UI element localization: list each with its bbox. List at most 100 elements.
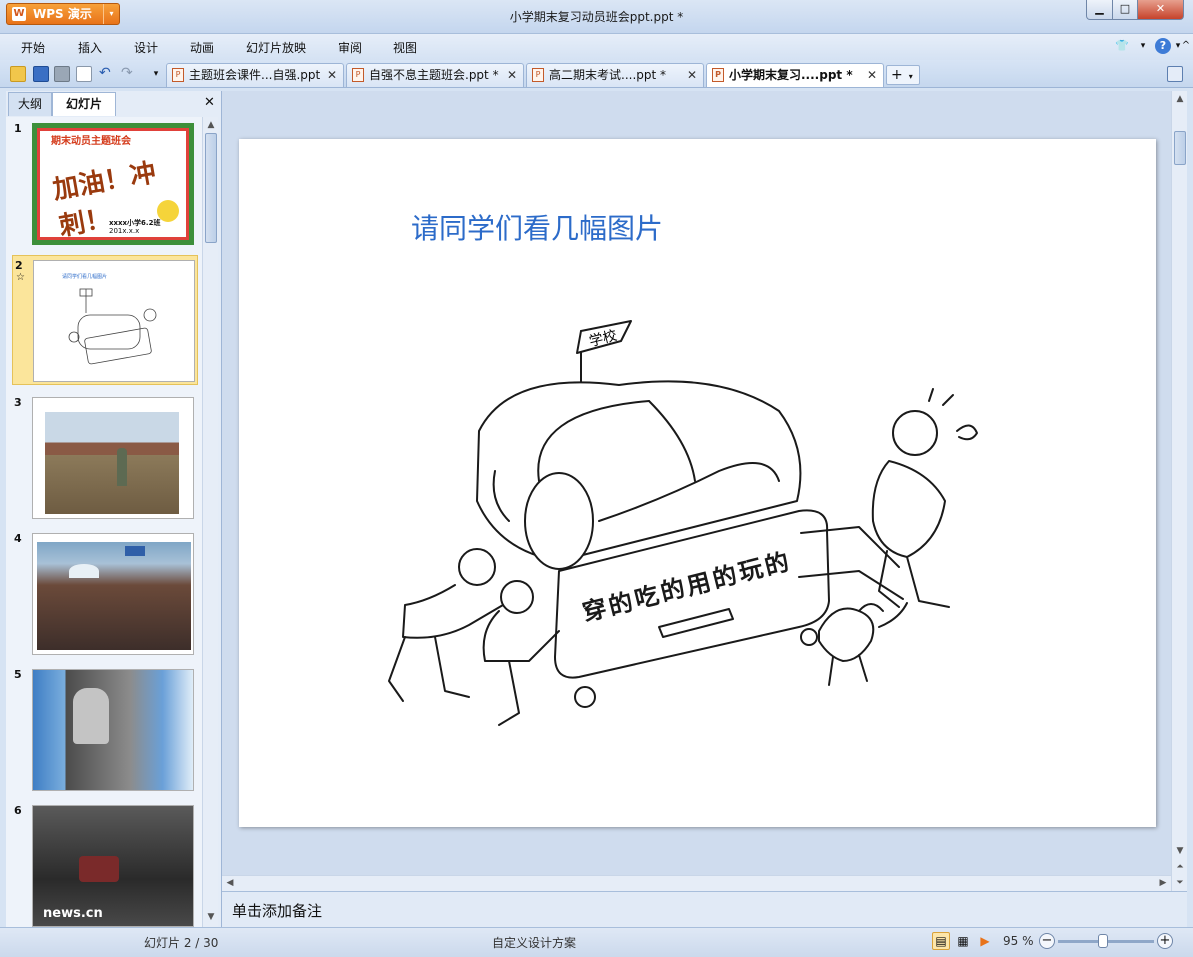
close-panel-icon[interactable]: ✕ bbox=[204, 95, 215, 110]
zoom-slider-knob[interactable] bbox=[1098, 934, 1108, 948]
new-tab-button[interactable]: + ▾ bbox=[886, 65, 920, 85]
close-tab-icon[interactable]: ✕ bbox=[687, 64, 697, 86]
normal-view-icon[interactable]: ▤ bbox=[932, 932, 950, 950]
menu-review[interactable]: 审阅 bbox=[338, 39, 362, 56]
print-preview-icon[interactable] bbox=[76, 66, 92, 82]
slide-5-preview bbox=[32, 669, 194, 791]
close-tab-icon[interactable]: ✕ bbox=[507, 64, 517, 86]
scroll-up-icon[interactable]: ▲ bbox=[203, 117, 219, 133]
photo-caption: news.cn bbox=[43, 906, 103, 921]
slide-number: 5 bbox=[14, 668, 22, 681]
close-window-button[interactable]: ✕ bbox=[1137, 0, 1184, 20]
slide-number: 3 bbox=[14, 396, 22, 409]
thumbnail-scrollbar[interactable]: ▲ ▼ bbox=[202, 117, 218, 927]
sign-icon bbox=[125, 546, 145, 556]
menu-view[interactable]: 视图 bbox=[393, 39, 417, 56]
window-title: 小学期末复习动员班会ppt.ppt * bbox=[509, 10, 684, 24]
menu-animation[interactable]: 动画 bbox=[190, 39, 214, 56]
slide-thumbnail-list: 1 期末动员主题班会 加油！冲刺！ xxxx小学6.2班 201x.x.x 2 … bbox=[6, 117, 202, 927]
slide-1-preview: 期末动员主题班会 加油！冲刺！ xxxx小学6.2班 201x.x.x bbox=[32, 123, 194, 245]
slide-thumbnail-4[interactable]: 4 bbox=[12, 529, 198, 659]
tab-document-2[interactable]: P 自强不息主题班会.ppt * ✕ bbox=[346, 63, 524, 87]
previous-slide-icon[interactable]: ⏶ bbox=[1172, 859, 1188, 875]
skin-icon[interactable]: 👕 bbox=[1114, 38, 1130, 54]
scrollbar-thumb[interactable] bbox=[1174, 131, 1186, 165]
slide-editor: 请同学们看几幅图片 学校 穿 的 吃 的 用 的 玩 的 bbox=[222, 91, 1171, 891]
slide-number: 1 bbox=[14, 122, 22, 135]
customize-toolbar-icon[interactable]: ▾ bbox=[148, 66, 164, 82]
scrollbar-thumb[interactable] bbox=[205, 133, 217, 243]
redo-icon[interactable]: ↷ bbox=[121, 66, 137, 82]
minimize-button[interactable]: ▁ bbox=[1086, 0, 1113, 20]
status-bar: 幻灯片 2 / 30 自定义设计方案 ▤ ▦ ▶ 95 % − + bbox=[0, 927, 1193, 957]
ppt-file-icon: P bbox=[352, 68, 364, 82]
open-folder-icon[interactable] bbox=[10, 66, 26, 82]
slide-thumbnail-3[interactable]: 3 bbox=[12, 393, 198, 523]
slideshow-icon[interactable]: ▶ bbox=[976, 932, 994, 950]
tab-label: 自强不息主题班会.ppt * bbox=[369, 68, 499, 82]
close-tab-icon[interactable]: ✕ bbox=[867, 64, 877, 86]
chevron-down-icon[interactable]: ▾ bbox=[909, 72, 913, 81]
slide-thumbnail-2[interactable]: 2 ☆ 请同学们看几幅图片 bbox=[12, 255, 198, 385]
farmer-figure bbox=[117, 448, 127, 486]
man-figure bbox=[73, 688, 109, 744]
window-layout-icon[interactable] bbox=[1167, 66, 1183, 82]
zoom-out-button[interactable]: − bbox=[1039, 933, 1055, 949]
undo-icon[interactable]: ↶ bbox=[99, 66, 115, 82]
tab-document-1[interactable]: P 主题班会课件...自强.ppt ✕ bbox=[166, 63, 344, 87]
tab-label: 主题班会课件...自强.ppt bbox=[189, 68, 321, 82]
slide-thumbnail-5[interactable]: 5 bbox=[12, 665, 198, 795]
luggage-figure bbox=[79, 856, 119, 882]
title-bar: W WPS 演示 ▾ 小学期末复习动员班会ppt.ppt * ▁ □ ✕ bbox=[0, 0, 1193, 34]
scroll-right-icon[interactable]: ▶ bbox=[1155, 876, 1171, 892]
next-slide-icon[interactable]: ⏷ bbox=[1172, 875, 1188, 891]
editor-vertical-scrollbar[interactable]: ▲ ▼ ⏶ ⏷ bbox=[1171, 91, 1187, 891]
slide-thumbnail-6[interactable]: 6 news.cn bbox=[12, 801, 198, 927]
scroll-up-icon[interactable]: ▲ bbox=[1172, 91, 1188, 107]
save-icon[interactable] bbox=[33, 66, 49, 82]
zoom-in-button[interactable]: + bbox=[1157, 933, 1173, 949]
current-slide[interactable]: 请同学们看几幅图片 学校 穿 的 吃 的 用 的 玩 的 bbox=[239, 139, 1156, 827]
design-scheme: 自定义设计方案 bbox=[492, 936, 577, 950]
menu-slideshow[interactable]: 幻灯片放映 bbox=[246, 39, 306, 56]
menu-design[interactable]: 设计 bbox=[134, 39, 158, 56]
close-tab-icon[interactable]: ✕ bbox=[327, 64, 337, 86]
zoom-level: 95 % bbox=[1003, 934, 1034, 948]
mountain-photo bbox=[33, 670, 193, 790]
maximize-button[interactable]: □ bbox=[1112, 0, 1138, 20]
slide-number: 2 bbox=[15, 259, 23, 272]
field-photo bbox=[45, 412, 179, 514]
collapse-ribbon-icon[interactable]: ^ bbox=[1178, 38, 1193, 54]
cartoon-illustration[interactable]: 学校 穿 的 吃 的 用 的 玩 的 bbox=[359, 301, 979, 751]
menu-insert[interactable]: 插入 bbox=[78, 39, 102, 56]
slide-2-preview: 请同学们看几幅图片 bbox=[33, 260, 195, 382]
tab-document-3[interactable]: P 高二期末考试....ppt * ✕ bbox=[526, 63, 704, 87]
slides-panel: 大纲 幻灯片 ✕ 1 期末动员主题班会 加油！冲刺！ xxxx小学6.2班 20… bbox=[6, 91, 222, 927]
help-icon[interactable]: ? bbox=[1155, 38, 1171, 54]
slide-sorter-icon[interactable]: ▦ bbox=[954, 932, 972, 950]
editor-horizontal-scrollbar[interactable]: ◀ ▶ bbox=[222, 875, 1171, 891]
ppt-file-icon: P bbox=[172, 68, 184, 82]
scroll-down-icon[interactable]: ▼ bbox=[203, 909, 219, 925]
slide-4-preview bbox=[32, 533, 194, 655]
tab-outline[interactable]: 大纲 bbox=[8, 92, 52, 116]
menu-home[interactable]: 开始 bbox=[21, 39, 45, 56]
document-tab-bar: ↶ ↷ ▾ P 主题班会课件...自强.ppt ✕ P 自强不息主题班会.ppt… bbox=[0, 60, 1193, 88]
ppt-file-icon: P bbox=[532, 68, 544, 82]
tab-document-4[interactable]: P 小学期末复习....ppt * ✕ bbox=[706, 63, 884, 87]
slide-3-preview bbox=[32, 397, 194, 519]
scroll-left-icon[interactable]: ◀ bbox=[222, 876, 238, 892]
slide-1-date: 201x.x.x bbox=[109, 227, 140, 235]
slide-thumbnail-1[interactable]: 1 期末动员主题班会 加油！冲刺！ xxxx小学6.2班 201x.x.x bbox=[12, 119, 198, 249]
notes-input[interactable]: 单击添加备注 bbox=[222, 891, 1187, 927]
slide-6-preview: news.cn bbox=[32, 805, 194, 927]
tab-slides[interactable]: 幻灯片 bbox=[52, 92, 116, 116]
slide-number: 4 bbox=[14, 532, 22, 545]
chevron-down-icon[interactable]: ▾ bbox=[1135, 38, 1151, 54]
slide-title[interactable]: 请同学们看几幅图片 bbox=[411, 207, 663, 247]
scroll-down-icon[interactable]: ▼ bbox=[1172, 843, 1188, 859]
slide-1-title: 期末动员主题班会 bbox=[51, 136, 131, 147]
umbrella-icon bbox=[69, 564, 99, 578]
crowd-photo bbox=[37, 542, 191, 650]
print-icon[interactable] bbox=[54, 66, 70, 82]
